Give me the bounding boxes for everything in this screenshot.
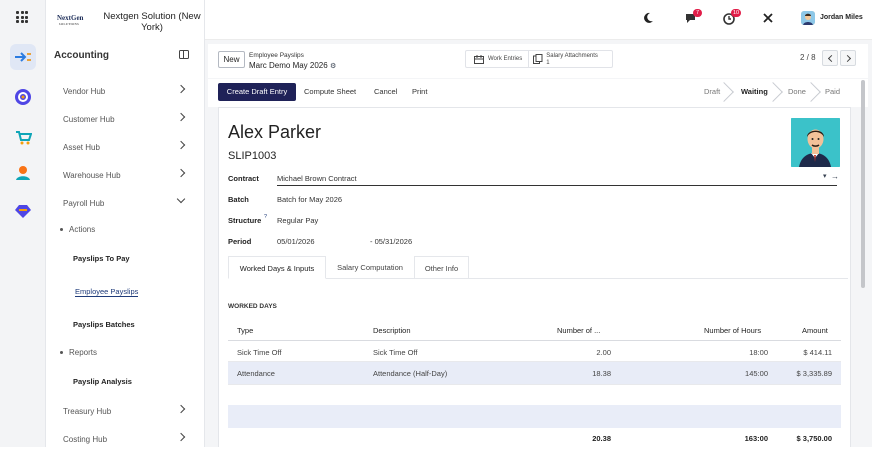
- employee-photo-icon: [791, 118, 840, 167]
- sidebar-item-payslips-to-pay[interactable]: Payslips To Pay: [46, 245, 204, 271]
- sidebar-item-payslips-batches[interactable]: Payslips Batches: [46, 311, 204, 337]
- sidebar-item-costing-hub[interactable]: Costing Hub: [46, 426, 204, 452]
- breadcrumb-current: Marc Demo May 2026: [249, 61, 328, 70]
- employee-avatar[interactable]: [791, 118, 840, 167]
- sidebar-item-payroll-hub[interactable]: Payroll Hub: [46, 190, 204, 216]
- calendar-icon: [474, 55, 484, 64]
- batch-input[interactable]: Batch for May 2026: [277, 195, 342, 204]
- new-button[interactable]: New: [218, 51, 245, 68]
- pager-value[interactable]: 2 / 8: [800, 53, 816, 62]
- chevron-right-icon: [176, 140, 186, 150]
- sidebar-item-employee-payslips[interactable]: Employee Payslips: [46, 278, 204, 304]
- activity-badge: 10: [731, 9, 742, 17]
- tools-icon[interactable]: [762, 12, 774, 26]
- column-header-hours[interactable]: Number of Hours: [704, 326, 761, 335]
- user-name[interactable]: Jordan Miles: [820, 14, 863, 21]
- help-icon[interactable]: ?: [264, 214, 267, 220]
- accounting-app-icon[interactable]: [10, 44, 36, 70]
- total-amount: $ 3,750.00: [796, 434, 832, 443]
- sidebar-item-customer-hub[interactable]: Customer Hub: [46, 106, 204, 132]
- sidebar: NextGen SOLUTIONS Nextgen Solution (New Y…: [46, 0, 205, 447]
- table-row[interactable]: Attendance Attendance (Half-Day) 18.38 1…: [228, 362, 841, 385]
- bullet-icon: [60, 351, 63, 354]
- chat-icon[interactable]: 7: [685, 9, 702, 26]
- chevron-right-icon: [176, 432, 186, 442]
- period-field: Period 05/01/2026 - 05/31/2026: [228, 237, 413, 246]
- control-panel: New Employee Payslips Marc Demo May 2026…: [208, 44, 868, 78]
- work-entries-button[interactable]: Work Entries: [466, 51, 530, 67]
- table-row[interactable]: Sick Time Off Sick Time Off 2.00 18:00 $…: [228, 341, 841, 362]
- contacts-app-icon[interactable]: [10, 160, 36, 186]
- sidebar-section-reports: Reports: [46, 339, 204, 365]
- structure-input[interactable]: Regular Pay: [277, 216, 318, 225]
- cart-app-icon[interactable]: [10, 124, 36, 150]
- user-avatar[interactable]: [801, 11, 815, 25]
- form-tabs: Worked Days & Inputs Salary Computation …: [228, 256, 848, 279]
- company-logo: NextGen SOLUTIONS: [57, 14, 84, 26]
- sidebar-title: Accounting: [54, 50, 109, 61]
- apps-grid-icon[interactable]: [16, 11, 28, 23]
- table-totals: 20.38 163:00 $ 3,750.00: [228, 428, 841, 448]
- print-button[interactable]: Print: [412, 83, 427, 101]
- caret-down-icon[interactable]: ▾: [823, 172, 827, 180]
- pager-next-button[interactable]: [840, 50, 856, 66]
- worked-days-heading: WORKED DAYS: [228, 303, 277, 310]
- scrollbar[interactable]: [861, 80, 865, 288]
- chevron-right-icon: [176, 112, 186, 122]
- app-rail: [0, 0, 46, 447]
- sidebar-item-warehouse-hub[interactable]: Warehouse Hub: [46, 162, 204, 188]
- dark-mode-icon[interactable]: [642, 12, 654, 26]
- breadcrumb-parent[interactable]: Employee Payslips: [249, 52, 304, 59]
- company-name: Nextgen Solution (New York): [103, 11, 201, 33]
- contract-field: Contract Michael Brown Contract ▾ →: [228, 172, 848, 186]
- chevron-right-icon: [176, 404, 186, 414]
- salary-attachments-button[interactable]: Salary Attachments 1: [529, 51, 612, 67]
- form-sheet: Alex Parker SLIP1003 Contract Michael Br…: [218, 107, 851, 447]
- tab-worked-days-inputs[interactable]: Worked Days & Inputs: [228, 256, 326, 279]
- top-navbar: 7 10 Jordan Miles: [205, 0, 872, 40]
- column-header-description[interactable]: Description: [373, 326, 411, 335]
- sidebar-item-payslip-analysis[interactable]: Payslip Analysis: [46, 368, 204, 394]
- tab-other-info[interactable]: Other Info: [414, 256, 469, 279]
- chevron-down-icon: [176, 194, 186, 204]
- structure-field: Structure ? Regular Pay: [228, 214, 319, 225]
- stat-buttons: Work Entries Salary Attachments 1: [465, 50, 613, 68]
- column-header-type[interactable]: Type: [237, 326, 253, 335]
- batch-field: Batch Batch for May 2026: [228, 195, 343, 204]
- contract-input[interactable]: Michael Brown Contract: [277, 174, 357, 183]
- attachment-icon: [533, 54, 543, 64]
- period-to-input[interactable]: - 05/31/2026: [370, 237, 412, 246]
- sidebar-item-asset-hub[interactable]: Asset Hub: [46, 134, 204, 160]
- payroll-app-icon[interactable]: [10, 199, 36, 225]
- chevron-right-icon: [176, 84, 186, 94]
- total-hours: 163:00: [744, 434, 768, 443]
- payslip-reference[interactable]: SLIP1003: [228, 150, 276, 162]
- contract-underline: [277, 185, 837, 186]
- period-from-input[interactable]: 05/01/2026: [277, 237, 315, 246]
- pager-previous-button[interactable]: [822, 50, 838, 66]
- sidebar-item-treasury-hub[interactable]: Treasury Hub: [46, 398, 204, 424]
- gear-icon[interactable]: ⚙: [330, 62, 336, 70]
- internal-link-icon[interactable]: →: [831, 172, 839, 181]
- sidebar-section-actions: Actions: [46, 216, 204, 242]
- sidebar-collapse-icon[interactable]: [179, 50, 189, 59]
- sidebar-item-vendor-hub[interactable]: Vendor Hub: [46, 78, 204, 104]
- tab-salary-computation[interactable]: Salary Computation: [326, 256, 414, 279]
- sync-app-icon[interactable]: [10, 84, 36, 110]
- employee-name[interactable]: Alex Parker: [228, 122, 321, 143]
- cancel-button[interactable]: Cancel: [374, 83, 397, 101]
- status-paid[interactable]: Paid: [825, 79, 840, 105]
- table-header: Type Description Number of ... Number of…: [228, 319, 841, 341]
- bullet-icon: [60, 228, 63, 231]
- column-header-days[interactable]: Number of ...: [557, 326, 600, 335]
- activity-icon[interactable]: 10: [723, 9, 742, 27]
- action-bar: Create Draft Entry Compute Sheet Cancel …: [208, 79, 868, 107]
- column-header-amount[interactable]: Amount: [802, 326, 828, 335]
- chevron-right-icon: [176, 168, 186, 178]
- total-days: 20.38: [592, 434, 611, 443]
- create-draft-entry-button[interactable]: Create Draft Entry: [218, 83, 296, 101]
- add-line-row[interactable]: [228, 405, 841, 428]
- compute-sheet-button[interactable]: Compute Sheet: [304, 83, 356, 101]
- chat-badge: 7: [693, 9, 702, 17]
